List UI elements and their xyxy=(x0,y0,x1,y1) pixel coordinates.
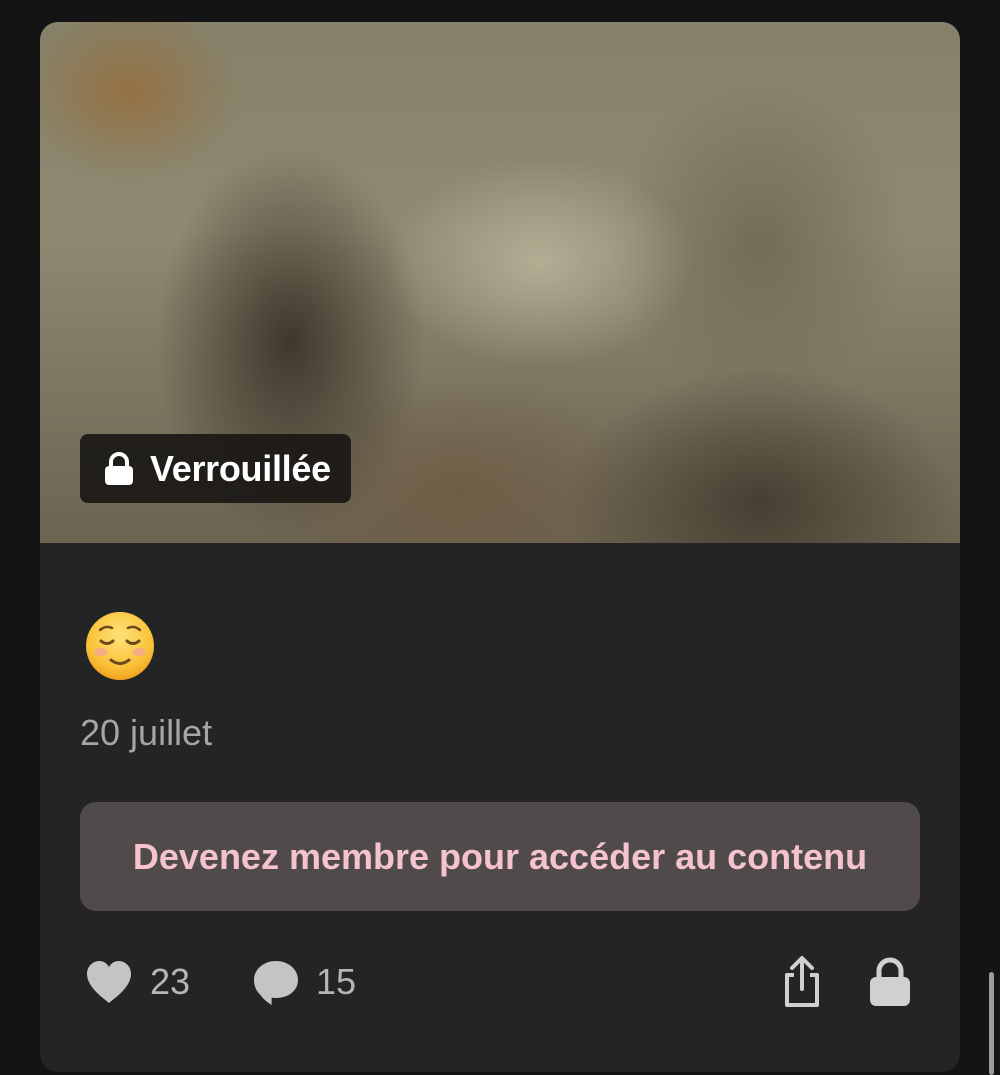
comment-bubble-icon xyxy=(254,961,298,1005)
like-button[interactable]: 23 xyxy=(84,952,190,1012)
comment-button[interactable]: 15 xyxy=(252,952,356,1012)
post-card[interactable]: Verrouillée 20 juillet Devenez membre po… xyxy=(40,22,960,1072)
lock-button[interactable] xyxy=(868,952,912,1012)
become-member-button[interactable]: Devenez membre pour accéder au contenu xyxy=(80,802,920,911)
scrollbar[interactable] xyxy=(989,972,994,1075)
heart-icon xyxy=(87,961,131,1003)
share-button[interactable] xyxy=(780,952,824,1012)
locked-label: Verrouillée xyxy=(150,447,331,489)
like-count: 23 xyxy=(150,961,191,1002)
post-date: 20 juillet xyxy=(80,712,213,753)
lock-icon xyxy=(105,451,133,485)
share-icon xyxy=(785,956,819,1007)
blurred-preview-image[interactable]: Verrouillée xyxy=(40,22,960,543)
lock-icon xyxy=(870,957,910,1006)
locked-badge: Verrouillée xyxy=(80,434,351,503)
comment-count: 15 xyxy=(316,961,357,1002)
relieved-face-emoji xyxy=(86,612,154,680)
post-actions: 23 15 xyxy=(80,952,920,1012)
